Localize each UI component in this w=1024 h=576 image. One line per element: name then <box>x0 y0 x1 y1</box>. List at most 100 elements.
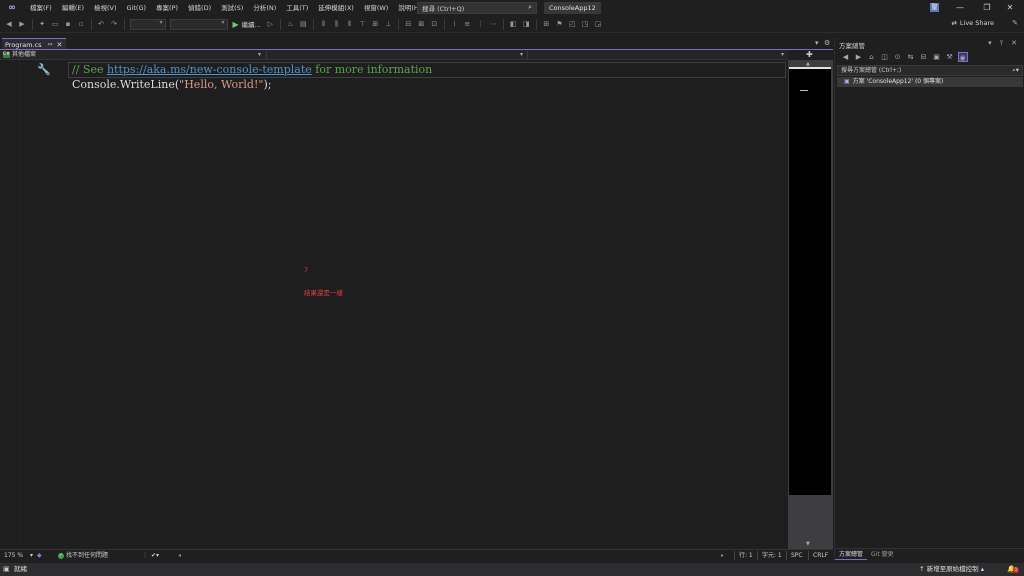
line-ending-indicator[interactable]: CRLF <box>808 551 832 560</box>
close-window-button[interactable]: ✕ <box>996 0 1024 16</box>
forward-icon[interactable]: ▶ <box>854 52 864 62</box>
properties-wrench-icon[interactable]: ⚒ <box>945 52 955 62</box>
next-bookmark-icon[interactable]: ◳ <box>580 19 590 29</box>
collapse-all-icon[interactable]: ⊟ <box>919 52 929 62</box>
align-top-icon[interactable]: ⊤ <box>357 19 367 29</box>
menu-window[interactable]: 視窗(W) <box>359 0 394 16</box>
align-center-icon[interactable]: ⫼ <box>331 19 341 29</box>
output-window-icon[interactable]: ▣ <box>3 563 10 576</box>
template-link[interactable]: https://aka.ms/new-console-template <box>107 63 312 76</box>
horizontal-spacing-icon[interactable]: ⁞ <box>449 19 459 29</box>
forward-icon[interactable]: ▶ <box>17 19 27 29</box>
menu-git[interactable]: Git(G) <box>122 0 152 16</box>
send-to-back-icon[interactable]: ◨ <box>521 19 531 29</box>
tab-order-icon[interactable]: ⊞ <box>541 19 551 29</box>
scrollbar-map[interactable] <box>789 67 831 495</box>
hot-reload-icon[interactable]: ♨ <box>285 19 295 29</box>
feedback-icon[interactable]: ✎ <box>1012 19 1018 27</box>
panel-window-controls[interactable]: ▾ ⫯ ✕ <box>988 39 1020 48</box>
close-tab-icon[interactable]: ✕ <box>56 41 62 49</box>
show-all-files-icon[interactable]: ▣ <box>932 52 942 62</box>
preview-selected-icon[interactable]: ◉ <box>957 52 968 62</box>
bookmark-icon[interactable]: ⚑ <box>554 19 564 29</box>
prev-bookmark-icon[interactable]: ◰ <box>567 19 577 29</box>
editor-gutter[interactable] <box>0 60 20 547</box>
align-right-icon[interactable]: ⫴ <box>344 19 354 29</box>
cleanup-brush-icon[interactable]: ✔▾ <box>151 550 159 561</box>
menu-extensions[interactable]: 延伸模組(X) <box>313 0 359 16</box>
account-avatar[interactable]: 聖 <box>930 3 939 12</box>
menu-view[interactable]: 檢視(V) <box>89 0 122 16</box>
run-without-debug-icon[interactable]: ▷ <box>265 19 275 29</box>
menu-debug[interactable]: 偵錯(D) <box>183 0 216 16</box>
pin-icon[interactable]: ⇔ <box>47 41 52 48</box>
annotation-text: 結果還是一樣 <box>304 289 343 297</box>
issues-indicator[interactable]: ✓ 找不到任何問題 <box>58 550 108 561</box>
back-icon[interactable]: ◀ <box>4 19 14 29</box>
line-indicator[interactable]: 行: 1 <box>734 551 757 560</box>
menu-test[interactable]: 測試(S) <box>216 0 248 16</box>
configuration-dropdown[interactable] <box>129 18 166 30</box>
menu-project[interactable]: 專案(P) <box>151 0 183 16</box>
tab-solution-explorer[interactable]: 方案總管 <box>835 549 868 560</box>
add-to-source-control-button[interactable]: ↑ 新增至原始檔控制 ▴ <box>919 563 984 576</box>
save-all-icon[interactable]: ▫ <box>76 19 86 29</box>
menu-edit[interactable]: 編輯(E) <box>57 0 89 16</box>
code-editor[interactable]: 🔧 // See https://aka.ms/new-console-temp… <box>0 60 788 547</box>
align-left-icon[interactable]: ⫴ <box>318 19 328 29</box>
redo-icon[interactable]: ↷ <box>109 19 119 29</box>
sync-with-document-icon[interactable]: ⇆ <box>906 52 916 62</box>
zoom-level[interactable]: 175 % <box>4 550 23 561</box>
same-height-icon[interactable]: ⊠ <box>416 19 426 29</box>
same-size-icon[interactable]: ⊡ <box>429 19 439 29</box>
vertical-spacing-icon[interactable]: ≡ <box>462 19 472 29</box>
tab-list-dropdown-icon[interactable]: ▾ <box>815 39 819 47</box>
char-indicator[interactable]: 字元: 1 <box>757 551 786 560</box>
center-vertically-icon[interactable]: ⋯ <box>488 19 498 29</box>
continue-button[interactable]: ▶ 繼續... <box>233 19 261 30</box>
chevron-down-icon[interactable]: ▾ <box>781 50 784 60</box>
minimize-button[interactable]: — <box>946 0 974 16</box>
same-width-icon[interactable]: ⊟ <box>403 19 413 29</box>
split-window-icon[interactable]: ✚ <box>806 50 813 59</box>
menu-analyze[interactable]: 分析(N) <box>248 0 281 16</box>
new-item-icon[interactable]: ✦ <box>37 19 47 29</box>
center-horizontally-icon[interactable]: ⋮ <box>475 19 485 29</box>
menu-tools[interactable]: 工具(T) <box>281 0 313 16</box>
visual-studio-logo-icon[interactable]: ∞ <box>5 3 19 13</box>
home-icon[interactable]: ⌂ <box>867 52 877 62</box>
pending-changes-filter-icon[interactable]: ⊙ <box>893 52 903 62</box>
align-middle-icon[interactable]: ⊞ <box>370 19 380 29</box>
chevron-down-icon[interactable]: ▾ <box>520 50 523 60</box>
tab-git-changes[interactable]: Git 變更 <box>867 549 898 560</box>
live-share-button[interactable]: ⇄ Live Share <box>951 19 994 27</box>
member-scope-dropdown[interactable] <box>528 50 786 60</box>
solution-search-input[interactable]: 搜尋方案總管 (Ctrl+;) ⌕▾ <box>837 65 1023 76</box>
undo-icon[interactable]: ↶ <box>96 19 106 29</box>
type-scope-dropdown[interactable] <box>267 50 525 60</box>
switch-views-icon[interactable]: ◫ <box>880 52 890 62</box>
align-bottom-icon[interactable]: ⊥ <box>383 19 393 29</box>
chevron-down-icon[interactable]: ▾ <box>258 50 261 60</box>
settings-gear-icon[interactable]: ⚙ <box>824 39 830 47</box>
clear-bookmarks-icon[interactable]: ◲ <box>593 19 603 29</box>
menu-file[interactable]: 檔案(F) <box>25 0 57 16</box>
global-search-input[interactable]: 搜尋 (Ctrl+Q) ⌕ <box>417 2 537 14</box>
save-icon[interactable]: ▪ <box>63 19 73 29</box>
hscroll-left-icon[interactable]: ◂ <box>178 550 181 561</box>
whitespace-indicator[interactable]: SPC <box>786 551 807 560</box>
zoom-dropdown-icon[interactable]: ▾ <box>30 550 33 561</box>
back-icon[interactable]: ◀ <box>841 52 851 62</box>
platform-dropdown[interactable] <box>169 18 228 30</box>
solution-node[interactable]: ▣ 方案 'ConsoleApp12' (0 個專案) <box>837 77 1023 87</box>
bring-to-front-icon[interactable]: ◧ <box>508 19 518 29</box>
intellicode-icon[interactable]: ◆ <box>37 550 42 561</box>
quick-actions-screwdriver-icon[interactable]: 🔧 <box>37 63 51 76</box>
open-folder-icon[interactable]: ▭ <box>50 19 60 29</box>
browse-icon[interactable]: ▤ <box>298 19 308 29</box>
code-line-1[interactable]: // See https://aka.ms/new-console-templa… <box>72 63 432 77</box>
scroll-down-arrow-icon[interactable]: ▼ <box>806 541 810 547</box>
hscroll-right-icon[interactable]: ▸ <box>721 550 724 561</box>
code-line-2[interactable]: Console.WriteLine("Hello, World!"); <box>72 78 271 92</box>
project-scope-dropdown[interactable]: C# 其他檔案 <box>0 50 265 60</box>
